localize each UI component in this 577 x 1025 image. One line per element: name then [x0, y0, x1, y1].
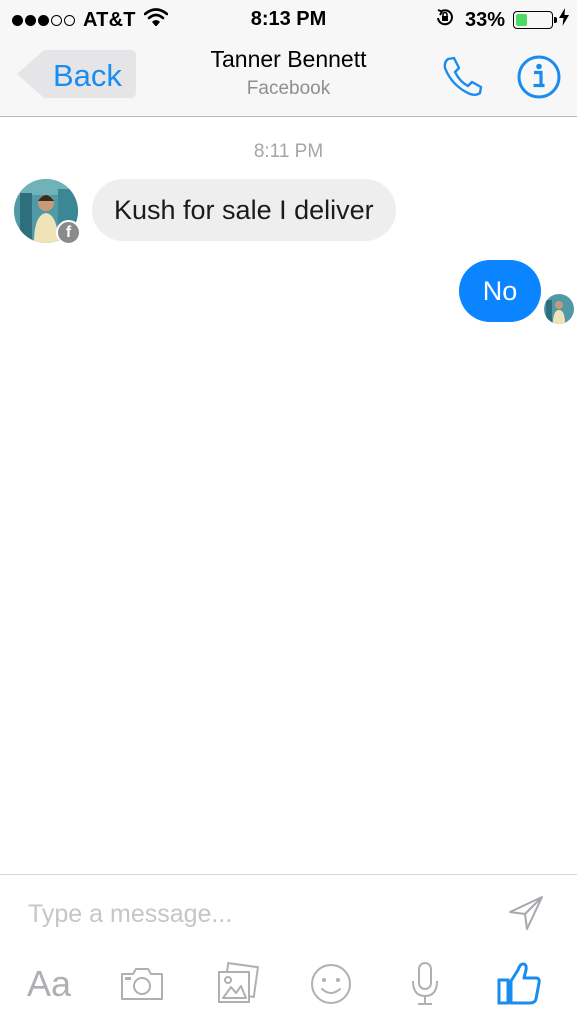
battery-icon — [513, 11, 557, 29]
info-icon[interactable] — [516, 54, 562, 100]
camera-icon[interactable] — [115, 957, 169, 1011]
gallery-icon[interactable] — [210, 957, 264, 1011]
text-format-button[interactable]: Aa — [22, 957, 76, 1011]
read-receipt-avatar — [544, 294, 574, 324]
battery-fill — [516, 14, 527, 26]
message-timestamp: 8:11 PM — [253, 141, 324, 162]
aa-label: Aa — [26, 963, 72, 1004]
rotation-lock-icon — [435, 7, 455, 33]
outgoing-message[interactable]: No — [459, 260, 541, 322]
back-button-label: Back — [53, 58, 122, 93]
back-button[interactable]: Back — [14, 48, 136, 100]
battery-percent: 33% — [464, 8, 505, 31]
facebook-badge-icon: f — [56, 220, 81, 245]
status-bar: AT&T 8:13 PM 33% — [0, 0, 577, 38]
status-right: 33% — [435, 7, 569, 33]
contact-subtitle: Facebook — [246, 78, 331, 99]
navigation-bar: Back Tanner Bennett Facebook — [0, 38, 577, 116]
charging-icon — [559, 8, 569, 32]
phone-icon[interactable] — [440, 54, 484, 98]
battery-nub — [554, 17, 557, 23]
like-icon[interactable] — [492, 957, 546, 1011]
composer: Aa — [0, 874, 577, 1025]
send-icon[interactable] — [506, 893, 546, 933]
emoji-icon[interactable] — [304, 957, 358, 1011]
contact-name: Tanner Bennett — [210, 46, 367, 72]
microphone-icon[interactable] — [398, 957, 452, 1011]
incoming-message[interactable]: Kush for sale I deliver — [92, 179, 396, 241]
top-bar: AT&T 8:13 PM 33% Back Tanner Bennett Fac… — [0, 0, 577, 117]
message-input[interactable] — [14, 885, 484, 943]
